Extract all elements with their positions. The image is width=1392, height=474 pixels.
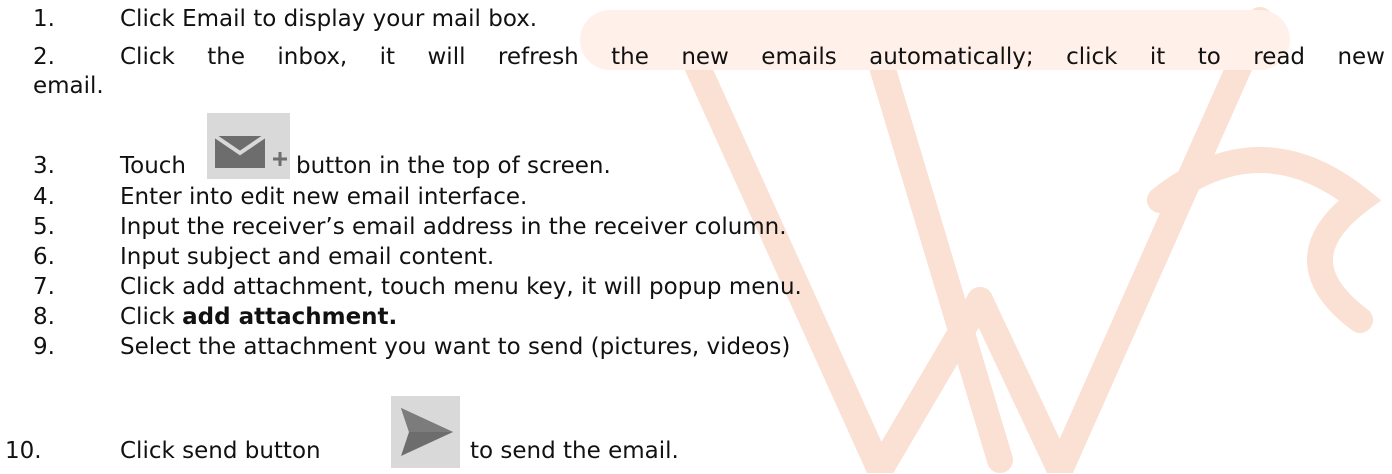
step-text: Click the inbox, it will refresh the new…: [120, 44, 1385, 70]
step-number: 4.: [33, 184, 55, 210]
step-number: 8.: [33, 304, 55, 330]
step-text: Click add attachment.: [120, 304, 397, 331]
step-number: 5.: [33, 214, 55, 240]
step-text: Click add attachment, touch menu key, it…: [120, 274, 802, 300]
step-number: 2.: [33, 44, 55, 70]
step-number: 6.: [33, 244, 55, 270]
step-text: Enter into edit new email interface.: [120, 184, 528, 210]
step-number: 7.: [33, 274, 55, 300]
step-text-bold: add attachment.: [182, 304, 398, 330]
step-number: 10.: [5, 438, 42, 464]
step-text-before-icon: Click send button: [120, 438, 321, 464]
step-text: Input the receiver’s email address in th…: [120, 214, 787, 240]
step-text: Select the attachment you want to send (…: [120, 334, 791, 360]
step-text-after-icon: to send the email.: [470, 438, 679, 464]
step-text-before-icon: Touch: [120, 153, 187, 179]
step-text-prefix: Click: [120, 304, 183, 330]
step-text: Click Email to display your mail box.: [120, 6, 538, 32]
step-text: Input subject and email content.: [120, 244, 495, 270]
step-number: 3.: [33, 153, 55, 179]
step-number: 9.: [33, 334, 55, 360]
step-text-continued: email.: [33, 73, 104, 99]
compose-mail-icon: [207, 113, 290, 179]
step-text-after-icon: button in the top of screen.: [296, 153, 611, 179]
step-number: 1.: [33, 6, 55, 32]
send-arrow-icon: [391, 396, 460, 468]
